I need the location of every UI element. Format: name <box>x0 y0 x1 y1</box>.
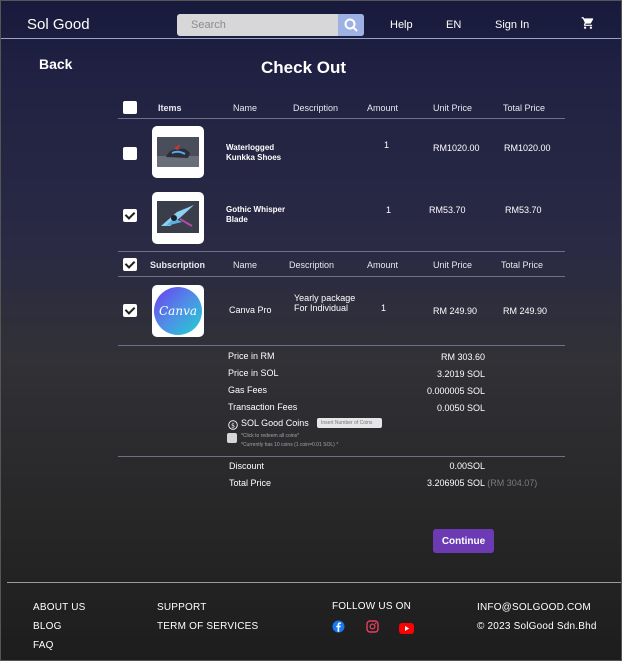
total-price-label: Total Price <box>229 478 272 488</box>
select-all-items-checkbox[interactable] <box>123 101 137 114</box>
search-button[interactable] <box>338 14 364 36</box>
footer-email[interactable]: INFO@SOLGOOD.COM <box>477 602 591 613</box>
divider <box>118 118 565 119</box>
divider <box>118 276 565 277</box>
item-amount: 1 <box>384 140 390 150</box>
item-thumbnail[interactable] <box>152 192 204 244</box>
discount-label: Discount <box>229 461 265 471</box>
price-sol-label: Price in SOL <box>228 368 279 378</box>
subscription-description: Yearly package For Individual <box>294 293 356 313</box>
facebook-link[interactable] <box>332 620 345 638</box>
instagram-icon <box>366 620 379 633</box>
transaction-fees-label: Transaction Fees <box>228 402 298 412</box>
footer-support-link[interactable]: SUPPORT <box>157 602 207 613</box>
subscription-name: Canva Pro <box>229 305 272 315</box>
gas-fees-value: 0.000005 SOL <box>426 386 485 396</box>
search-input[interactable] <box>177 14 339 36</box>
subscription-amount: 1 <box>381 303 387 313</box>
svg-text:Canva: Canva <box>159 304 197 318</box>
youtube-link[interactable] <box>399 621 414 639</box>
cart-icon <box>581 17 594 29</box>
gas-fees-label: Gas Fees <box>228 385 268 395</box>
footer-terms-link[interactable]: TERM OF SERVICES <box>157 621 258 632</box>
total-price-header: Total Price <box>503 103 546 113</box>
total-price-header: Total Price <box>501 260 544 270</box>
select-all-subscriptions-checkbox[interactable] <box>123 258 137 271</box>
items-header: Items <box>158 103 182 113</box>
amount-header: Amount <box>367 260 399 270</box>
item-amount: 1 <box>386 205 392 215</box>
divider <box>118 251 565 252</box>
amount-header: Amount <box>367 103 399 113</box>
canva-logo-icon: Canva <box>154 287 202 335</box>
item-total-price: RM1020.00 <box>504 143 551 153</box>
item-name: Gothic Whisper Blade <box>226 205 286 224</box>
price-rm-value: RM 303.60 <box>440 352 485 362</box>
description-header: Description <box>293 103 339 113</box>
redeem-note: *Click to redeem all coins* <box>241 433 300 439</box>
item-unit-price: RM53.70 <box>429 205 466 215</box>
price-sol-value: 3.2019 SOL <box>436 369 485 379</box>
language-selector[interactable]: EN <box>446 19 461 31</box>
subscription-total-price: RM 249.90 <box>503 306 548 316</box>
item-checkbox-kunkka-shoes[interactable] <box>123 147 137 160</box>
description-header: Description <box>289 260 335 270</box>
unit-price-header: Unit Price <box>433 103 473 113</box>
divider <box>118 456 565 457</box>
item-thumbnail[interactable] <box>152 126 204 178</box>
instagram-link[interactable] <box>366 620 379 638</box>
footer-copyright: © 2023 SolGood Sdn.Bhd <box>477 621 597 632</box>
discount-value: 0.00SOL <box>449 461 485 471</box>
footer-faq-link[interactable]: FAQ <box>33 640 54 651</box>
name-header: Name <box>233 260 258 270</box>
price-rm-label: Price in RM <box>228 351 275 361</box>
redeem-all-coins-checkbox[interactable] <box>227 433 237 443</box>
footer-blog-link[interactable]: BLOG <box>33 621 62 632</box>
page-title: Check Out <box>261 58 347 77</box>
cart-button[interactable] <box>581 16 595 35</box>
item-name: Waterlogged Kunkka Shoes <box>226 143 282 162</box>
subscription-checkbox-canva[interactable] <box>123 304 137 317</box>
blade-image <box>157 201 199 233</box>
back-link[interactable]: Back <box>39 56 72 72</box>
name-header: Name <box>233 103 258 113</box>
subscription-thumbnail[interactable]: Canva <box>152 285 204 337</box>
sol-good-coins-label: SOL Good Coins <box>241 418 309 428</box>
total-rm: (RM 304.07) <box>487 478 538 488</box>
shoes-image <box>157 137 199 167</box>
facebook-icon <box>332 620 345 633</box>
subscription-header: Subscription <box>150 260 206 270</box>
search-icon <box>344 18 358 32</box>
footer-divider <box>7 582 621 583</box>
item-total-price: RM53.70 <box>505 205 542 215</box>
total-price-value: 3.206905 SOL (RM 304.07) <box>427 478 537 488</box>
item-unit-price: RM1020.00 <box>433 143 480 153</box>
transaction-fees-value: 0.0050 SOL <box>436 403 485 413</box>
svg-text:$: $ <box>231 422 235 429</box>
unit-price-header: Unit Price <box>433 260 473 270</box>
youtube-icon <box>399 623 414 634</box>
coins-balance-note: *Currently has 10 coins (1 coin=0.01 SOL… <box>241 442 339 448</box>
brand-logo[interactable]: Sol Good <box>27 16 90 33</box>
continue-button[interactable]: Continue <box>433 529 494 553</box>
follow-us-label: FOLLOW US ON <box>332 601 412 612</box>
total-sol: 3.206905 SOL <box>427 478 485 488</box>
help-link[interactable]: Help <box>390 19 413 31</box>
sign-in-link[interactable]: Sign In <box>495 19 529 31</box>
footer-about-link[interactable]: ABOUT US <box>33 602 86 613</box>
divider <box>118 345 565 346</box>
coins-amount-input[interactable] <box>317 418 382 428</box>
item-checkbox-whisper-blade[interactable] <box>123 209 137 222</box>
search-bar <box>177 14 364 36</box>
subscription-unit-price: RM 249.90 <box>433 306 478 316</box>
